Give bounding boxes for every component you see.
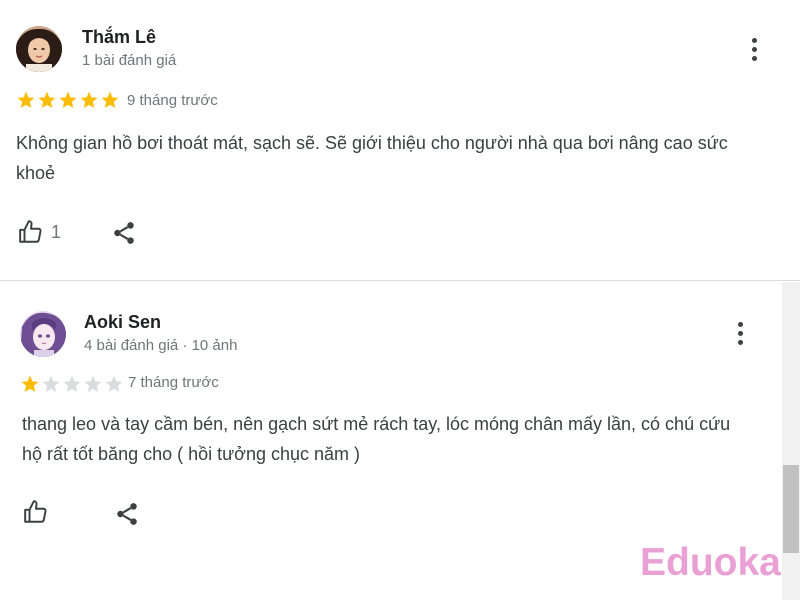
star-icon	[101, 91, 119, 108]
review-card: Thắm Lê 1 bài đánh giá 9 tháng trước Khô…	[0, 0, 800, 280]
star-icon	[59, 91, 77, 108]
reviewer-name[interactable]: Aoki Sen	[84, 312, 161, 333]
review-time: 7 tháng trước	[128, 374, 219, 391]
thumbs-up-icon	[24, 500, 47, 523]
star-icon	[63, 375, 81, 392]
like-button[interactable]: 1	[17, 219, 61, 245]
avatar[interactable]	[16, 26, 62, 72]
star-rating	[20, 374, 124, 394]
star-icon	[21, 375, 39, 392]
avatar-photo	[16, 26, 62, 72]
reviewer-name[interactable]: Thắm Lê	[82, 27, 156, 48]
reviewer-meta[interactable]: 4 bài đánh giá · 10 ảnh	[84, 337, 237, 354]
share-icon	[114, 222, 134, 244]
share-icon	[117, 503, 137, 525]
thumbs-up-icon	[19, 220, 42, 243]
like-button[interactable]	[22, 499, 56, 525]
avatar[interactable]	[20, 311, 66, 357]
star-rating	[16, 90, 120, 110]
watermark-logo: Eduoka	[640, 541, 781, 584]
star-icon	[80, 91, 98, 108]
review-time: 9 tháng trước	[127, 92, 218, 109]
more-options-button[interactable]	[744, 36, 764, 64]
star-icon	[38, 91, 56, 108]
more-options-button[interactable]	[730, 320, 750, 348]
star-icon	[84, 375, 102, 392]
more-vert-icon	[738, 322, 743, 327]
review-text: Không gian hồ bơi thoát mát, sạch sẽ. Sẽ…	[16, 133, 728, 183]
star-icon	[17, 91, 35, 108]
like-count: 1	[51, 221, 62, 242]
more-vert-icon	[752, 38, 757, 43]
star-icon	[105, 375, 123, 392]
share-button[interactable]	[111, 220, 137, 251]
avatar-photo	[20, 311, 66, 357]
scrollbar-thumb[interactable]	[783, 465, 799, 553]
star-icon	[42, 375, 60, 392]
divider	[0, 280, 800, 281]
share-button[interactable]	[114, 501, 140, 532]
reviewer-meta[interactable]: 1 bài đánh giá	[82, 52, 176, 69]
review-text: thang leo và tay cầm bén, nên gạch sứt m…	[22, 414, 731, 464]
